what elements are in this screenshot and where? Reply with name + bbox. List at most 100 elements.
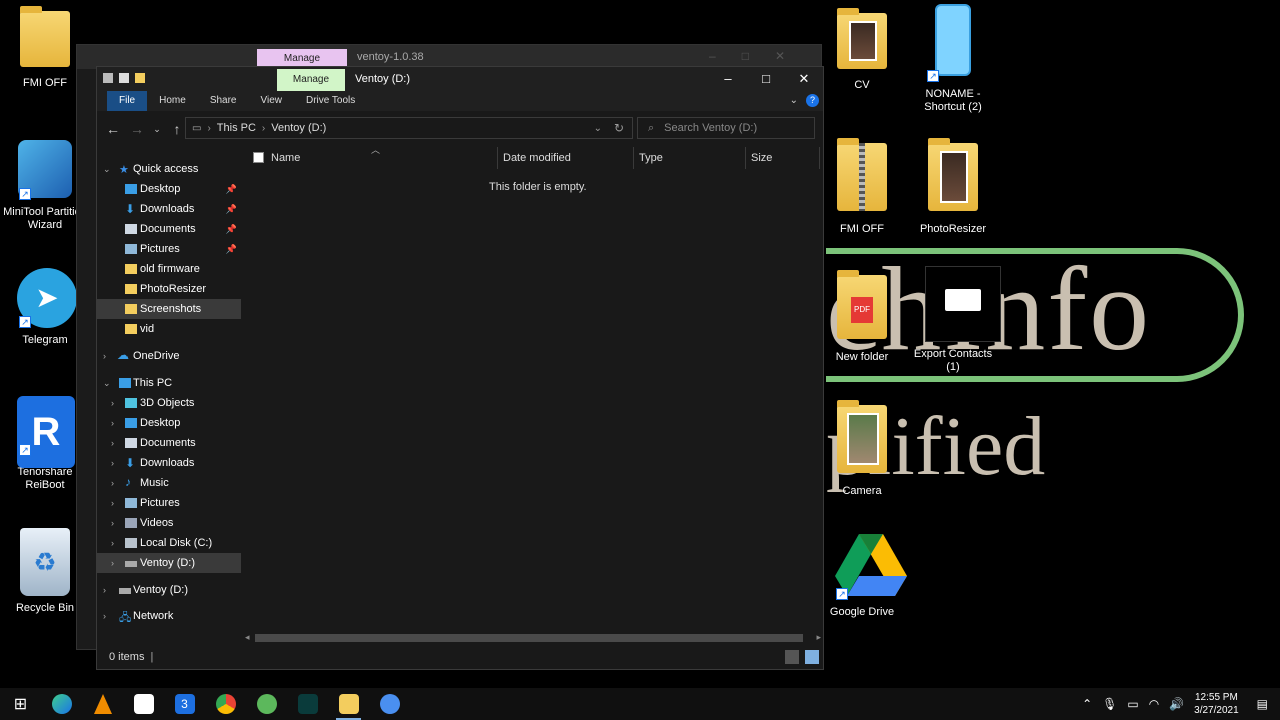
breadcrumb-this-pc[interactable]: This PC (217, 122, 256, 134)
clock[interactable]: 12:55 PM 3/27/2021 (1194, 691, 1239, 717)
manage-tab[interactable]: Manage (277, 69, 345, 91)
column-size[interactable]: Size (751, 152, 772, 164)
expand-icon[interactable]: › (111, 398, 114, 408)
maximize-button[interactable]: □ (747, 67, 785, 91)
microphone-icon[interactable]: 🎙 (1102, 697, 1117, 711)
tab-file[interactable]: File (107, 91, 148, 111)
select-all-checkbox[interactable] (253, 152, 264, 163)
expand-icon[interactable]: › (103, 351, 106, 361)
recent-locations-button[interactable]: ⌄ (149, 124, 165, 135)
nav-item-3d-objects[interactable]: › 3D Objects (97, 393, 241, 413)
taskbar-file-explorer[interactable] (328, 688, 369, 720)
tab-share[interactable]: Share (198, 91, 249, 111)
taskbar-app-3[interactable]: 3 (164, 688, 205, 720)
forward-button[interactable]: → (125, 121, 149, 137)
expand-ribbon-icon[interactable]: ⌄ (790, 95, 798, 106)
taskbar-app-green[interactable] (246, 688, 287, 720)
close-button[interactable]: ✕ (785, 67, 823, 91)
nav-item-desktop[interactable]: Desktop 📌 (97, 179, 241, 199)
expand-icon[interactable]: › (111, 498, 114, 508)
nav-network[interactable]: › 🖧 Network (97, 606, 241, 626)
collapse-icon[interactable]: ⌄ (103, 164, 111, 175)
nav-item-videos[interactable]: › Videos (97, 513, 241, 533)
taskbar-app-blue[interactable] (369, 688, 410, 720)
wifi-icon[interactable]: ◠ (1149, 697, 1159, 711)
column-date-modified[interactable]: Date modified (503, 152, 571, 164)
desktop-icon-camera[interactable]: Camera (817, 400, 907, 498)
desktop-icon-export-contacts[interactable]: Export Contacts (1) (908, 266, 1001, 374)
taskbar-chrome[interactable] (205, 688, 246, 720)
nav-onedrive[interactable]: › ☁ OneDrive (97, 346, 241, 366)
expand-icon[interactable]: › (111, 558, 114, 568)
expand-icon[interactable]: › (111, 518, 114, 528)
desktop-icon-noname-shortcut[interactable]: ↗ NONAME - Shortcut (2) (908, 4, 998, 114)
notifications-icon[interactable]: ▤ (1257, 697, 1268, 711)
collapse-icon[interactable]: ⌄ (103, 378, 111, 389)
nav-item-pc-desktop[interactable]: › Desktop (97, 413, 241, 433)
taskbar-filmora[interactable] (287, 688, 328, 720)
refresh-icon[interactable]: ↻ (614, 121, 624, 135)
breadcrumb-ventoy[interactable]: Ventoy (D:) (271, 122, 326, 134)
minimize-button[interactable]: – (709, 67, 747, 91)
nav-item-music[interactable]: › ♪ Music (97, 473, 241, 493)
nav-item-photoresizer[interactable]: PhotoResizer (97, 279, 241, 299)
show-hidden-icons-icon[interactable]: ⌃ (1082, 697, 1092, 711)
help-icon[interactable]: ? (806, 94, 819, 107)
desktop-icon-new-folder[interactable]: PDF New folder (817, 270, 907, 364)
tab-drive-tools[interactable]: Drive Tools (294, 91, 367, 111)
taskbar-vlc[interactable] (82, 688, 123, 720)
file-list-pane[interactable]: ︿ Name Date modified Type Size This fold… (241, 145, 823, 645)
taskbar-store[interactable] (123, 688, 164, 720)
tab-view[interactable]: View (249, 91, 295, 111)
nav-item-pc-pictures[interactable]: › Pictures (97, 493, 241, 513)
tab-home[interactable]: Home (147, 91, 198, 111)
details-view-icon[interactable] (785, 650, 799, 664)
folder-icon (125, 264, 137, 274)
battery-icon[interactable]: ▭ (1127, 697, 1138, 711)
scrollbar-thumb[interactable] (255, 634, 803, 642)
nav-item-pc-downloads[interactable]: › ⬇ Downloads (97, 453, 241, 473)
nav-item-local-disk-c[interactable]: › Local Disk (C:) (97, 533, 241, 553)
expand-icon[interactable]: › (111, 478, 114, 488)
expand-icon[interactable]: › (103, 585, 106, 595)
photo-thumbnail (847, 413, 879, 465)
nav-quick-access[interactable]: ⌄ ★ Quick access (97, 159, 241, 179)
horizontal-scrollbar[interactable]: ◂ ▸ (241, 631, 823, 645)
expand-icon[interactable]: › (111, 458, 114, 468)
nav-item-vid[interactable]: vid (97, 319, 241, 339)
desktop-icon-google-drive[interactable]: ↗ Google Drive (817, 532, 907, 619)
address-dropdown-icon[interactable]: ⌄ (594, 123, 602, 134)
taskbar-edge[interactable] (41, 688, 82, 720)
properties-icon[interactable] (119, 73, 129, 83)
expand-icon[interactable]: › (111, 418, 114, 428)
back-button[interactable]: ← (101, 121, 125, 137)
nav-item-downloads[interactable]: ⬇ Downloads 📌 (97, 199, 241, 219)
scroll-right-icon[interactable]: ▸ (816, 632, 821, 643)
expand-icon[interactable]: › (103, 611, 106, 621)
scroll-left-icon[interactable]: ◂ (245, 632, 250, 643)
nav-ventoy-d-root[interactable]: › Ventoy (D:) (97, 580, 241, 600)
file-explorer-window[interactable]: Manage Ventoy (D:) – □ ✕ File Home Share… (96, 66, 824, 670)
large-icons-view-icon[interactable] (805, 650, 819, 664)
nav-item-pc-documents[interactable]: › Documents (97, 433, 241, 453)
desktop-icon-fmi-off-zip[interactable]: FMI OFF (817, 138, 907, 236)
nav-item-old-firmware[interactable]: old firmware (97, 259, 241, 279)
titlebar[interactable]: Manage Ventoy (D:) – □ ✕ (97, 67, 823, 91)
nav-item-pictures[interactable]: Pictures 📌 (97, 239, 241, 259)
expand-icon[interactable]: › (111, 438, 114, 448)
desktop-icon-photoresizer[interactable]: PhotoResizer (908, 138, 998, 236)
desktop-icon-cv[interactable]: CV (817, 8, 907, 92)
google-drive-icon (835, 534, 907, 596)
volume-icon[interactable]: 🔊 (1169, 697, 1184, 711)
nav-item-documents[interactable]: Documents 📌 (97, 219, 241, 239)
column-type[interactable]: Type (639, 152, 663, 164)
nav-this-pc[interactable]: ⌄ This PC (97, 373, 241, 393)
column-name[interactable]: Name (271, 152, 300, 164)
search-box[interactable]: ⌕ Search Ventoy (D:) (637, 117, 815, 139)
address-bar[interactable]: ▭ › This PC › Ventoy (D:) ⌄ ↻ (185, 117, 633, 139)
start-button[interactable]: ⊞ (0, 688, 41, 720)
nav-item-ventoy-d[interactable]: › Ventoy (D:) (97, 553, 241, 573)
nav-item-screenshots[interactable]: Screenshots (97, 299, 241, 319)
expand-icon[interactable]: › (111, 538, 114, 548)
new-folder-icon[interactable] (135, 73, 145, 83)
